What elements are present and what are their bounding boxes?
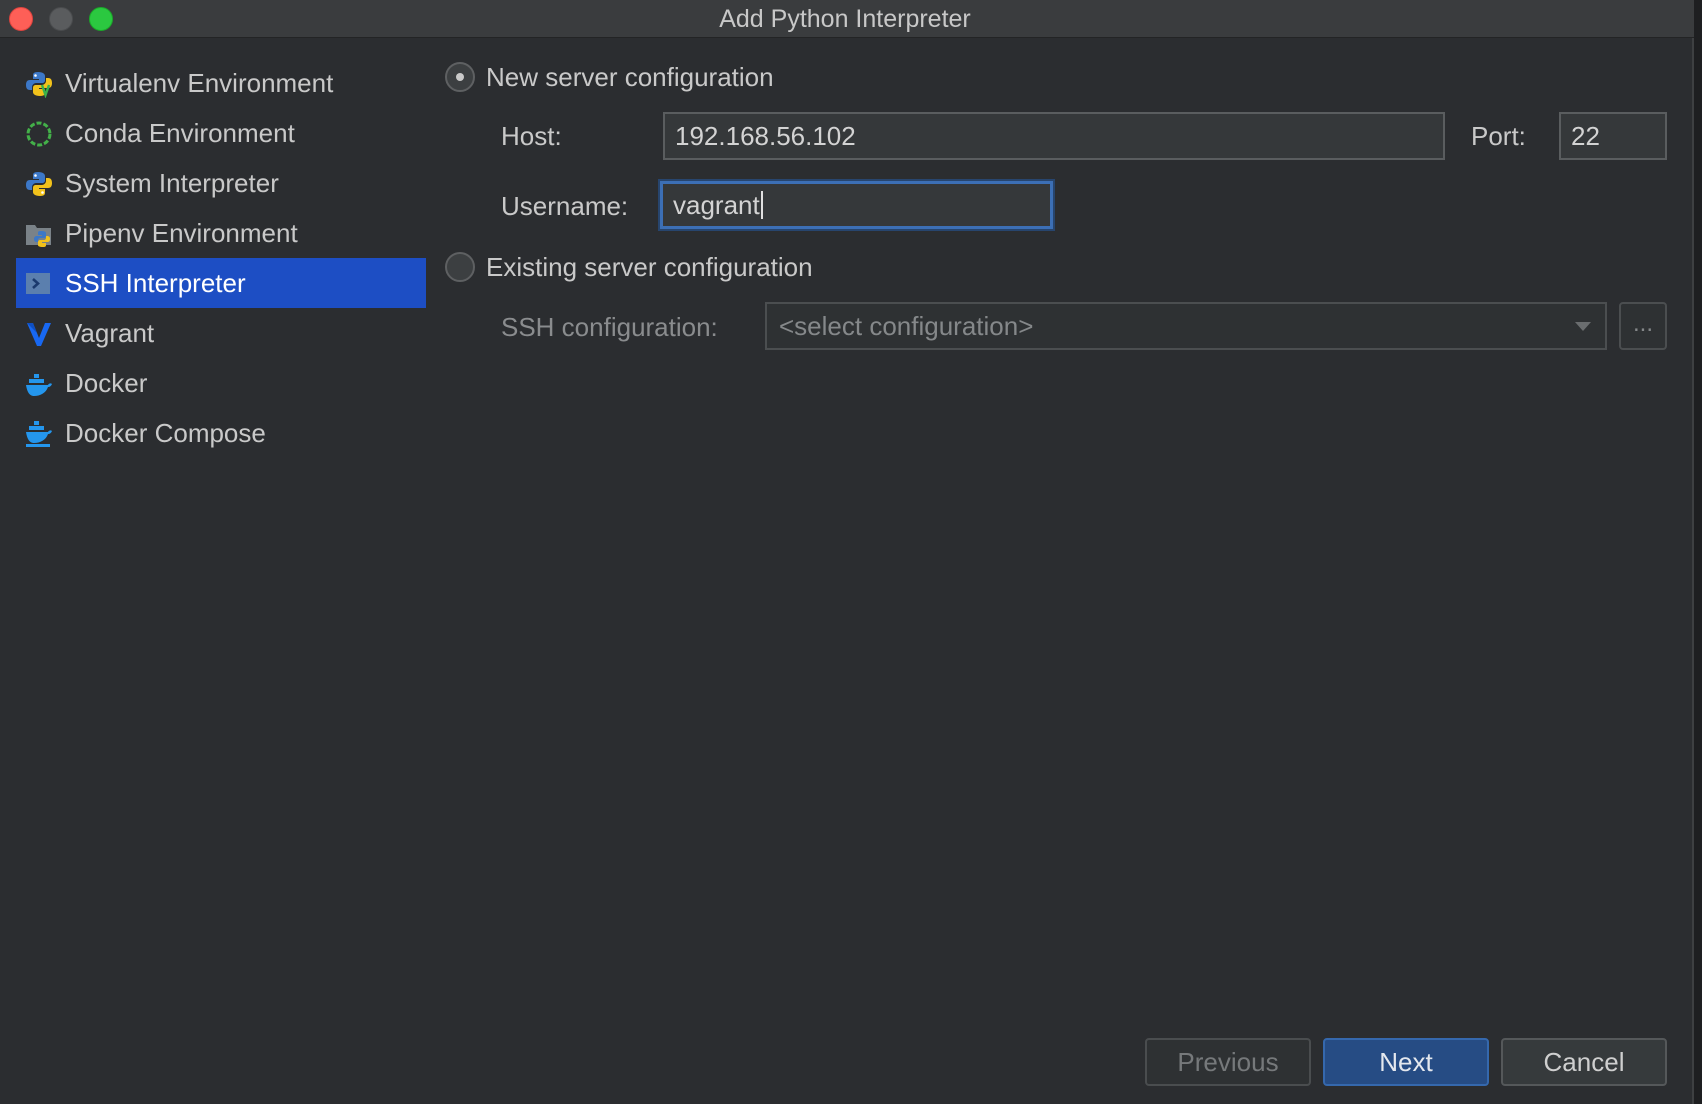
host-input[interactable]: 192.168.56.102	[663, 112, 1445, 160]
ssh-configuration-select[interactable]: <select configuration>	[765, 302, 1607, 350]
sidebar-item-pipenv[interactable]: Pipenv Environment	[16, 208, 426, 258]
new-server-config-option[interactable]: New server configuration	[445, 59, 945, 95]
sidebar-item-ssh-interpreter[interactable]: SSH Interpreter	[16, 258, 426, 308]
text-caret	[760, 191, 763, 220]
sidebar-item-docker-compose[interactable]: Docker Compose	[16, 408, 426, 458]
existing-server-config-option[interactable]: Existing server configuration	[445, 249, 945, 285]
sidebar-item-label: System Interpreter	[65, 168, 279, 198]
sidebar-item-system-interpreter[interactable]: System Interpreter	[16, 158, 426, 208]
username-input[interactable]: vagrant	[660, 181, 1053, 229]
port-input[interactable]: 22	[1559, 112, 1667, 160]
window-edge	[1694, 0, 1702, 1104]
sidebar-item-label: SSH Interpreter	[65, 268, 246, 298]
port-label: Port:	[1471, 121, 1526, 151]
sidebar-item-label: Virtualenv Environment	[65, 68, 334, 98]
ssh-terminal-icon	[26, 273, 50, 294]
ssh-configuration-label: SSH configuration:	[501, 312, 718, 342]
sidebar-item-conda[interactable]: Conda Environment	[16, 108, 426, 158]
vagrant-icon	[27, 323, 51, 346]
username-label: Username:	[501, 191, 629, 221]
window-title: Add Python Interpreter	[719, 5, 971, 33]
sidebar-item-label: Docker Compose	[65, 418, 266, 448]
cancel-button[interactable]: Cancel	[1501, 1038, 1667, 1086]
python-venv-icon	[26, 72, 52, 98]
previous-button[interactable]: Previous	[1145, 1038, 1311, 1086]
browse-ssh-config-button[interactable]: ...	[1619, 302, 1667, 350]
sidebar-item-label: Docker	[65, 368, 148, 398]
docker-icon	[26, 374, 52, 396]
sidebar-item-label: Conda Environment	[65, 118, 295, 148]
interpreter-type-list: Virtualenv Environment Conda Environment…	[16, 58, 426, 458]
pipenv-icon	[26, 225, 51, 247]
sidebar-item-virtualenv[interactable]: Virtualenv Environment	[16, 58, 426, 108]
existing-server-config-label: Existing server configuration	[486, 252, 813, 282]
docker-compose-icon	[26, 421, 52, 447]
chevron-down-icon	[1575, 322, 1591, 331]
new-server-config-radio[interactable]	[445, 62, 475, 92]
conda-icon	[26, 121, 52, 147]
username-value: vagrant	[673, 190, 760, 220]
title-bar: Add Python Interpreter	[0, 0, 1702, 38]
new-server-config-label: New server configuration	[486, 62, 774, 92]
sidebar-item-docker[interactable]: Docker	[16, 358, 426, 408]
existing-server-config-radio[interactable]	[445, 252, 475, 282]
python-icon	[26, 172, 52, 196]
sidebar-item-label: Pipenv Environment	[65, 218, 298, 248]
sidebar-item-vagrant[interactable]: Vagrant	[16, 308, 426, 358]
host-label: Host:	[501, 121, 562, 151]
add-python-interpreter-dialog: Add Python Interpreter Virtualenv Enviro…	[0, 0, 1702, 1104]
ssh-configuration-placeholder: <select configuration>	[779, 311, 1034, 341]
next-button[interactable]: Next	[1323, 1038, 1489, 1086]
sidebar-item-label: Vagrant	[65, 318, 155, 348]
